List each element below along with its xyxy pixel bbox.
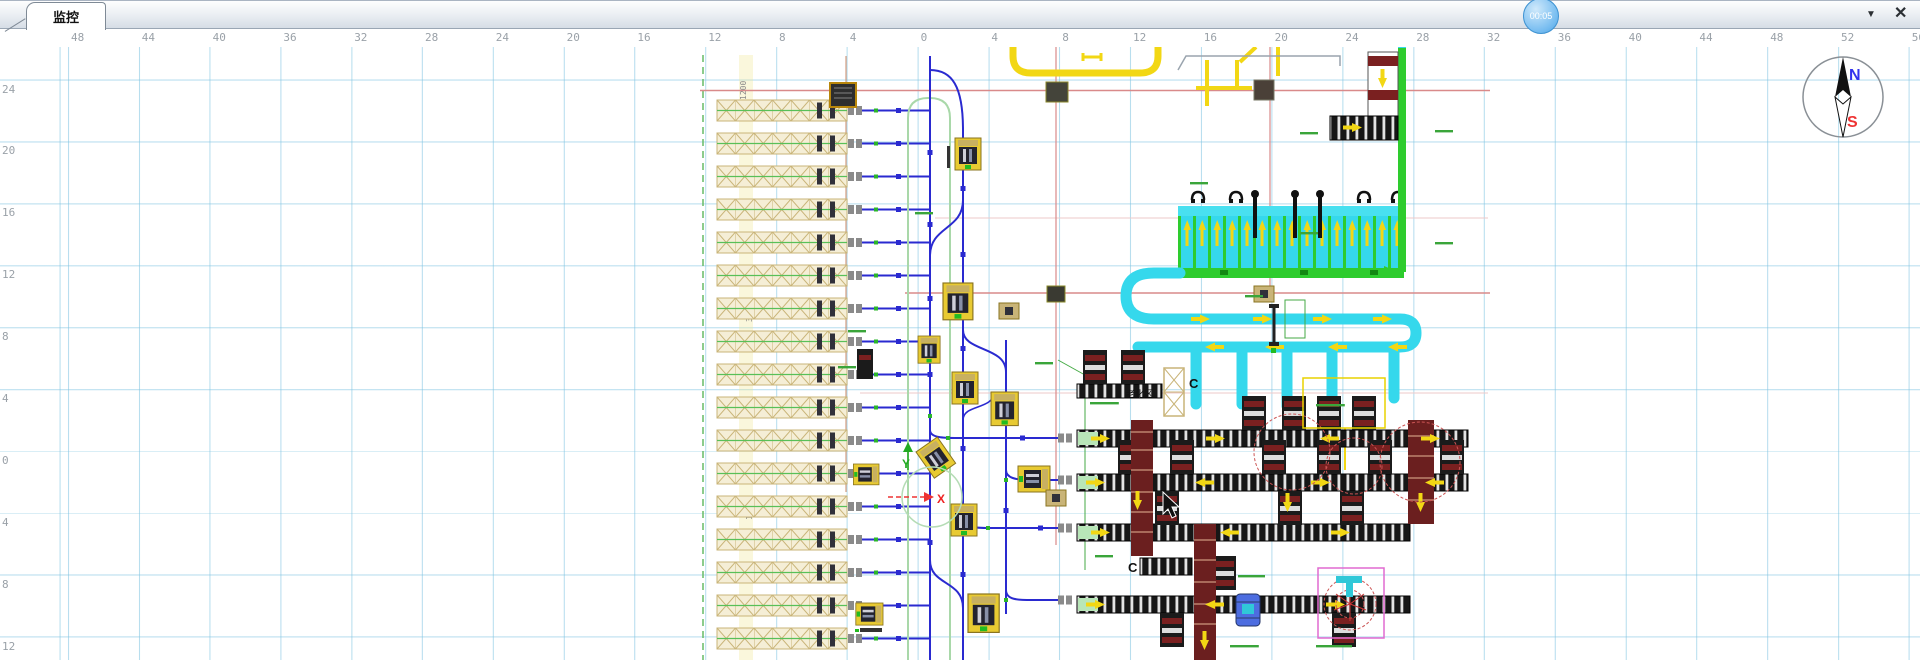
ruler-label-top: 8 (779, 31, 786, 44)
ruler-label-left: 12 (2, 268, 15, 281)
ruler-label-top: 48 (71, 31, 84, 44)
ruler-label-top: 4 (991, 31, 998, 44)
rotate-symbol: C (1128, 560, 1138, 575)
tab-monitoring[interactable]: 监控 (26, 2, 106, 30)
ruler-label-left: 4 (2, 516, 9, 529)
ruler-label-top: 8 (1062, 31, 1069, 44)
ruler-label-top: 0 (921, 31, 928, 44)
ruler-label-top: 52 (1841, 31, 1854, 44)
drawing-canvas[interactable]: 1200 2700 3050 1800 (0, 0, 1920, 660)
ruler-label-left: 16 (2, 206, 15, 219)
green-guide-lines (908, 98, 1085, 660)
area-label: 老化区 (1126, 388, 1153, 399)
ruler-label-left: 8 (2, 330, 9, 343)
ruler-label-top: 16 (637, 31, 650, 44)
ruler-label-top: 44 (142, 31, 155, 44)
compass: N S (1803, 57, 1883, 137)
axis-x-label: X (937, 492, 945, 506)
dim-label: 1200 (739, 81, 748, 100)
ruler-label-left: 20 (2, 144, 15, 157)
ruler-label-left: 4 (2, 392, 9, 405)
rotate-symbol: C (1189, 376, 1199, 391)
ruler-label-top: 24 (1345, 31, 1358, 44)
ruler-label-top: 40 (213, 31, 226, 44)
ruler-label-top: 36 (283, 31, 296, 44)
ruler-label-left: 12 (2, 640, 15, 653)
ruler-label-top: 20 (1275, 31, 1288, 44)
close-icon[interactable]: ✕ (1894, 6, 1907, 22)
tab-label: 监控 (53, 7, 79, 26)
ruler-label-top: 32 (354, 31, 367, 44)
ruler-label-top: 12 (1133, 31, 1146, 44)
compass-south-label: S (1847, 114, 1858, 131)
dropdown-caret-icon[interactable]: ▼ (1866, 10, 1876, 20)
ruler-label-top: 20 (567, 31, 580, 44)
ruler-label-top: 32 (1487, 31, 1500, 44)
ruler-vertical: 24 20 16 12 8 4 0 4 8 12 (0, 47, 18, 660)
ruler-label-top: 56 (1912, 31, 1920, 44)
axis-y-label: Y (902, 457, 910, 471)
ruler-label-top: 4 (850, 31, 857, 44)
ruler-label-top: 40 (1629, 31, 1642, 44)
ruler-label-left: 8 (2, 578, 9, 591)
ruler-label-top: 28 (425, 31, 438, 44)
ruler-label-top: 16 (1204, 31, 1217, 44)
ruler-label-top: 44 (1699, 31, 1712, 44)
ruler-label-top: 36 (1558, 31, 1571, 44)
ruler-label-left: 0 (2, 454, 9, 467)
ruler-label-left: 24 (2, 83, 15, 96)
ruler-horizontal: 4844403632282420161284048121620242832364… (0, 29, 1920, 47)
ruler-label-top: 12 (708, 31, 721, 44)
timer-value: 00:05 (1530, 11, 1553, 21)
sorter-bank (1178, 190, 1405, 278)
compass-north-label: N (1849, 67, 1861, 84)
pallet-rack-rows (717, 100, 847, 649)
titlebar (0, 0, 1920, 29)
ruler-label-top: 48 (1770, 31, 1783, 44)
ruler-label-top: 24 (496, 31, 509, 44)
ruler-label-top: 28 (1416, 31, 1429, 44)
